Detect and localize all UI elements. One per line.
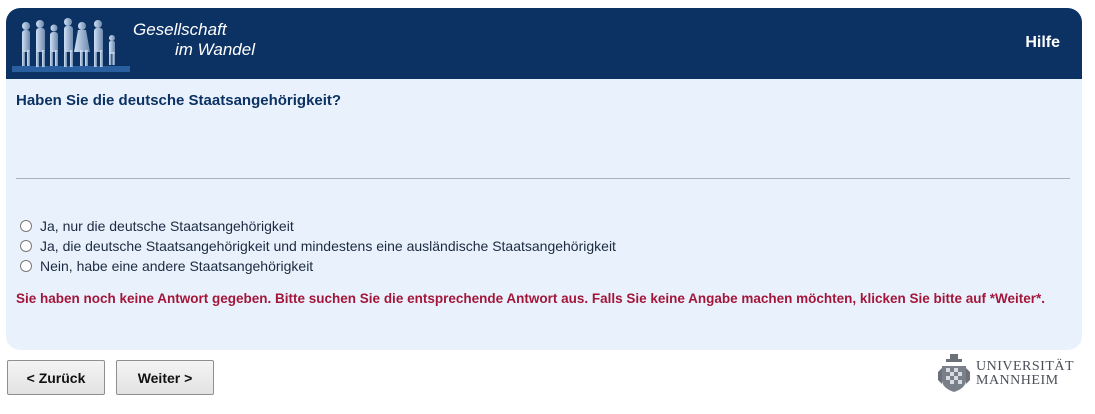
logo-line1: Gesellschaft: [133, 20, 227, 39]
radio-button[interactable]: [20, 260, 32, 272]
answer-option-label: Ja, nur die deutsche Staatsangehörigkeit: [40, 218, 294, 234]
answer-options: Ja, nur die deutsche Staatsangehörigkeit…: [20, 216, 616, 276]
next-button[interactable]: Weiter >: [116, 360, 214, 395]
help-link[interactable]: Hilfe: [1025, 34, 1060, 52]
logo-text: Gesellschaft im Wandel: [130, 20, 255, 60]
radio-button[interactable]: [20, 240, 32, 252]
university-mannheim-logo: UNIVERSITÄT MANNHEIM: [936, 352, 1086, 396]
university-name: UNIVERSITÄT MANNHEIM: [976, 360, 1074, 388]
answer-option[interactable]: Ja, die deutsche Staatsangehörigkeit und…: [20, 236, 616, 256]
answer-option[interactable]: Ja, nur die deutsche Staatsangehörigkeit: [20, 216, 616, 236]
people-silhouette-icon: [12, 18, 130, 72]
university-line2: MANNHEIM: [976, 373, 1059, 388]
university-line1: UNIVERSITÄT: [976, 359, 1075, 374]
answer-option-label: Ja, die deutsche Staatsangehörigkeit und…: [40, 238, 616, 254]
header-bar: Gesellschaft im Wandel Hilfe: [6, 8, 1082, 79]
gesellschaft-im-wandel-logo: Gesellschaft im Wandel: [12, 8, 272, 79]
error-message: Sie haben noch keine Antwort gegeben. Bi…: [16, 291, 1045, 306]
answer-option-label: Nein, habe eine andere Staatsangehörigke…: [40, 258, 314, 274]
logo-line2: im Wandel: [175, 40, 255, 59]
divider: [16, 178, 1070, 179]
answer-option[interactable]: Nein, habe eine andere Staatsangehörigke…: [20, 256, 616, 276]
radio-button[interactable]: [20, 220, 32, 232]
university-crest-icon: [938, 354, 970, 392]
back-button[interactable]: < Zurück: [7, 360, 105, 395]
question-text: Haben Sie die deutsche Staatsangehörigke…: [16, 92, 342, 109]
survey-panel: Gesellschaft im Wandel Hilfe Haben Sie d…: [6, 8, 1082, 350]
